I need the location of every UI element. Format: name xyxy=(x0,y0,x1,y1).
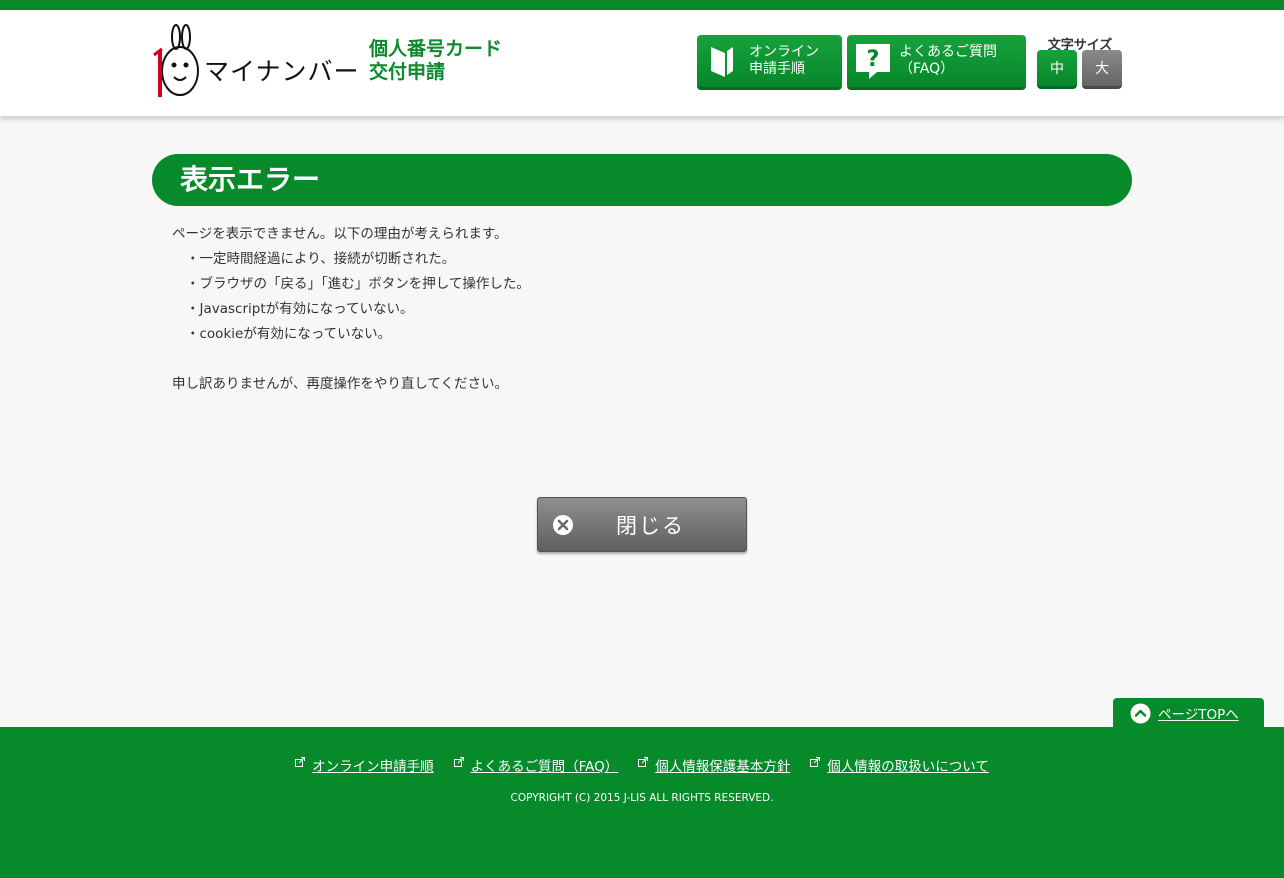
subtitle-line1: 個人番号カード xyxy=(369,38,503,60)
footer-link-label: 個人情報の取扱いについて xyxy=(827,759,989,775)
footer-link-online-procedure[interactable]: オンライン申請手順 xyxy=(295,755,434,775)
footer-links: オンライン申請手順 よくあるご質問（FAQ） 個人情報保護基本方針 個人情報の取… xyxy=(0,755,1284,775)
online-button-line2: 申請手順 xyxy=(749,61,805,77)
footer-link-label: よくあるご質問（FAQ） xyxy=(470,759,619,775)
close-button[interactable]: 閉じる xyxy=(537,497,747,552)
footer-link-privacy-policy[interactable]: 個人情報保護基本方針 xyxy=(638,755,790,775)
site-header: マイナンバー 個人番号カード 交付申請 オンライン 申請手順 ? よくあるご質問… xyxy=(0,10,1284,116)
reason-item: ・一定時間経過により、接続が切断された。 xyxy=(186,251,456,267)
reason-item: ・Javascriptが有効になっていない。 xyxy=(186,301,414,317)
reason-item: ・ブラウザの「戻る」「進む」ボタンを押して操作した。 xyxy=(186,276,530,292)
site-subtitle: 個人番号カード 交付申請 xyxy=(369,38,502,84)
page-top-label: ページTOPへ xyxy=(1158,707,1239,723)
error-intro: ページを表示できません。以下の理由が考えられます。 xyxy=(172,226,508,242)
reason-item: ・cookieが有効になっていない。 xyxy=(186,326,392,342)
faq-button-line2: （FAQ） xyxy=(899,61,955,77)
faq-button[interactable]: ? よくあるご質問 （FAQ） xyxy=(847,35,1026,90)
apology-text: 申し訳ありませんが、再度操作をやり直してください。 xyxy=(172,376,509,392)
top-accent-bar xyxy=(0,0,1284,10)
faq-button-line1: よくあるご質問 xyxy=(899,44,997,60)
external-link-icon xyxy=(453,757,464,767)
subtitle-line2: 交付申請 xyxy=(369,61,446,83)
font-size-medium-button[interactable]: 中 xyxy=(1037,50,1077,89)
footer-link-faq[interactable]: よくあるご質問（FAQ） xyxy=(453,755,619,775)
page-title: 表示エラー xyxy=(152,154,1132,206)
footer-link-personal-info-handling[interactable]: 個人情報の取扱いについて xyxy=(810,755,989,775)
copyright: COPYRIGHT (C) 2015 J-LIS ALL RIGHTS RESE… xyxy=(510,792,774,804)
close-button-label: 閉じる xyxy=(616,513,685,538)
footer-link-label: オンライン申請手順 xyxy=(312,759,434,775)
close-circle-icon xyxy=(553,514,573,535)
error-message: ページを表示できません。以下の理由が考えられます。 ・一定時間経過により、接続が… xyxy=(172,222,1072,397)
question-icon: ? xyxy=(856,44,890,79)
site-footer: オンライン申請手順 よくあるご質問（FAQ） 個人情報保護基本方針 個人情報の取… xyxy=(0,727,1284,878)
online-button-line1: オンライン xyxy=(749,44,819,60)
logo-text: マイナンバー xyxy=(204,57,360,86)
page-top-button[interactable]: ページTOPへ xyxy=(1113,698,1264,728)
book-icon xyxy=(711,47,733,77)
font-size-large-button[interactable]: 大 xyxy=(1082,50,1122,89)
online-procedure-button[interactable]: オンライン 申請手順 xyxy=(697,35,842,90)
external-link-icon xyxy=(810,757,821,767)
footer-link-label: 個人情報保護基本方針 xyxy=(655,759,791,775)
svg-text:?: ? xyxy=(867,47,880,72)
external-link-icon xyxy=(638,757,649,767)
chevron-up-icon xyxy=(1130,703,1151,723)
reason-list: ・一定時間経過により、接続が切断された。 ・ブラウザの「戻る」「進む」ボタンを押… xyxy=(172,247,1072,347)
external-link-icon xyxy=(295,757,306,767)
